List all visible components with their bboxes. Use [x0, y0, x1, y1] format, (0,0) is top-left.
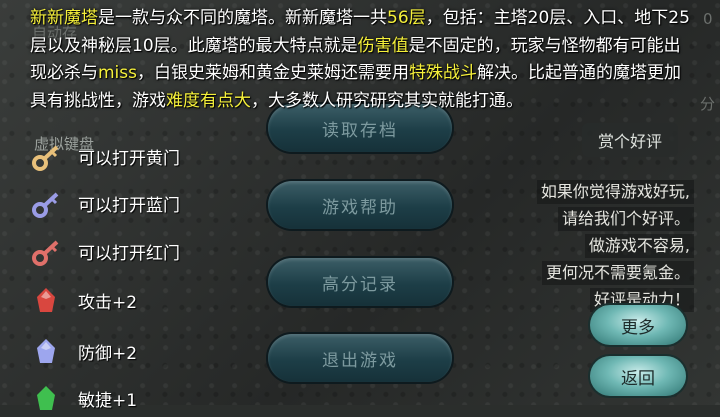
- item-label: 可以打开黄门: [78, 149, 180, 169]
- exit-game-button[interactable]: 退出游戏: [268, 334, 452, 382]
- rate-note-line: 更何况不需要氪金。: [541, 261, 694, 285]
- yellow-key-icon: [32, 145, 59, 171]
- red-gem-icon: [37, 288, 55, 312]
- item-label: 可以打开蓝门: [78, 196, 180, 216]
- item-label: 敏捷+1: [78, 391, 138, 411]
- more-button[interactable]: 更多: [590, 305, 686, 345]
- description-highlight: 难度有点大: [166, 90, 251, 111]
- rate-us-button[interactable]: 赏个好评: [582, 123, 678, 157]
- description-text: ，大多数人研究研究其实就能打通。: [251, 90, 523, 111]
- list-item: 可以打开红门: [30, 234, 270, 270]
- description-highlight: 特殊战斗: [409, 63, 477, 83]
- description-highlight: 56层: [387, 8, 426, 28]
- description-highlight: 新新魔塔: [30, 8, 98, 28]
- item-label: 防御+2: [78, 344, 138, 364]
- item-label: 可以打开红门: [78, 244, 180, 264]
- green-gem-icon: [37, 386, 55, 410]
- list-item: 防御+2: [30, 334, 270, 370]
- game-description: 新新魔塔是一款与众不同的魔塔。新新魔塔一共56层，包括：主塔20层、入口、地下2…: [30, 5, 690, 115]
- rate-note-line: 请给我们个好评。: [557, 207, 694, 231]
- game-help-button[interactable]: 游戏帮助: [268, 181, 452, 229]
- score-unit-text: 分: [700, 95, 716, 113]
- back-button[interactable]: 返回: [590, 356, 686, 396]
- item-label: 攻击+2: [78, 293, 138, 313]
- description-text: 是一款与众不同的魔塔。新新魔塔一共: [98, 8, 387, 28]
- blue-gem-icon: [37, 339, 55, 363]
- description-highlight: miss: [98, 63, 137, 83]
- counter-text: 0: [703, 10, 713, 28]
- high-score-button[interactable]: 高分记录: [268, 258, 452, 306]
- description-highlight: 伤害值: [357, 35, 409, 56]
- rate-note-line: 做游戏不容易,: [584, 234, 694, 258]
- blue-key-icon: [32, 192, 59, 218]
- rate-note-line: 如果你觉得游戏好玩,: [536, 180, 694, 204]
- list-item: 可以打开黄门: [30, 139, 270, 175]
- list-item: 敏捷+1: [30, 381, 270, 417]
- list-item: 攻击+2: [30, 283, 270, 319]
- list-item: 可以打开蓝门: [30, 186, 270, 222]
- description-text: ，白银史莱姆和黄金史莱姆还需要用: [137, 63, 409, 83]
- red-key-icon: [32, 240, 59, 266]
